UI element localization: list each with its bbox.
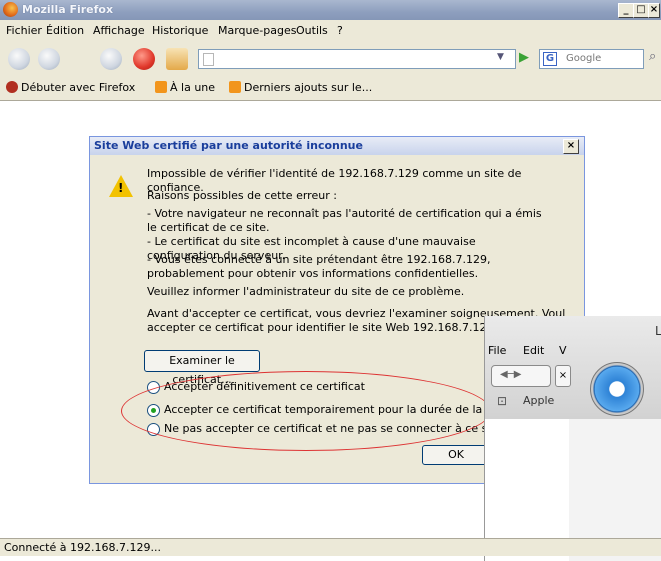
rss-icon	[229, 81, 241, 93]
search-engine-label: Google	[566, 53, 602, 64]
forward-icon[interactable]	[38, 48, 60, 70]
firefox-logo-icon	[3, 2, 18, 17]
maximize-button[interactable]: □	[633, 3, 649, 18]
minimize-button[interactable]: _	[618, 3, 634, 18]
dialog-text-inform: Veuillez informer l'administrateur du si…	[147, 285, 465, 298]
home-icon[interactable]	[166, 48, 188, 70]
safari-window: L File Edit V ◀─▶ × ⊡ Apple	[484, 316, 661, 561]
stop-icon[interactable]	[133, 48, 155, 70]
dialog-title: Site Web certifié par une autorité incon…	[94, 139, 363, 152]
safari-menu-view[interactable]: V	[559, 344, 567, 357]
dialog-close-button[interactable]: ×	[563, 139, 579, 154]
bookmark-label: À la une	[170, 81, 216, 94]
bookmark-a-la-une[interactable]: À la une	[155, 81, 215, 94]
bookmark-derniers-ajouts[interactable]: Derniers ajouts sur le...	[229, 81, 372, 94]
page-icon	[203, 53, 214, 66]
menu-marque-pages[interactable]: Marque-pages	[218, 24, 296, 37]
dialog-text-reason-1: - Votre navigateur ne reconnaît pas l'au…	[147, 207, 542, 234]
bookmark-debuter[interactable]: Débuter avec Firefox	[6, 81, 135, 94]
google-icon[interactable]: G	[543, 52, 557, 66]
address-bar[interactable]: ▼	[198, 49, 516, 69]
dialog-text-reasons: Raisons possibles de cette erreur :	[147, 189, 337, 202]
examine-certificate-button[interactable]: Examiner le certificat...	[144, 350, 260, 386]
safari-menu-edit[interactable]: Edit	[523, 344, 544, 357]
menu-outils[interactable]: Outils	[296, 24, 328, 37]
search-box[interactable]: G Google	[539, 49, 644, 69]
dialog-title-bar: Site Web certifié par une autorité incon…	[90, 137, 584, 155]
safari-bookmark-apple[interactable]: Apple	[523, 394, 554, 407]
bookmarks-toolbar: Débuter avec Firefox À la une Derniers a…	[0, 76, 661, 101]
title-bar: Mozilla Firefox _ □ ×	[0, 0, 661, 20]
menu-historique[interactable]: Historique	[152, 24, 208, 37]
back-icon[interactable]	[8, 48, 30, 70]
dialog-text-reason-3: - Vous êtes connecté à un site prétendan…	[147, 253, 491, 280]
bookmark-label: Débuter avec Firefox	[21, 81, 136, 94]
window-title: Mozilla Firefox	[22, 3, 114, 16]
safari-stop-button[interactable]: ×	[555, 365, 571, 387]
ok-button[interactable]: OK	[422, 445, 490, 465]
firefox-bookmark-icon	[6, 81, 18, 93]
menu-fichier[interactable]: Fichier	[6, 24, 42, 37]
menu-edition[interactable]: Édition	[46, 24, 84, 37]
menu-help[interactable]: ?	[337, 24, 343, 37]
back-arrow-icon: ◀─▶	[500, 369, 522, 380]
dropdown-arrow-icon[interactable]: ▼	[497, 52, 504, 62]
safari-back-forward-buttons[interactable]: ◀─▶	[491, 365, 551, 387]
rss-icon	[155, 81, 167, 93]
navigation-toolbar: ▼ ▶ G Google ⌕	[0, 40, 661, 77]
status-text: Connecté à 192.168.7.129...	[4, 541, 161, 554]
safari-compass-icon	[590, 362, 644, 416]
highlight-ellipse	[121, 371, 491, 451]
menu-bar: Fichier Édition Affichage Historique Mar…	[0, 20, 661, 40]
go-icon[interactable]: ▶	[519, 50, 529, 65]
safari-title-fragment: L	[655, 324, 661, 338]
warning-exclamation: !	[118, 181, 124, 195]
safari-menu-file[interactable]: File	[488, 344, 506, 357]
search-icon[interactable]: ⌕	[649, 49, 656, 64]
book-icon[interactable]: ⊡	[497, 394, 507, 408]
bookmark-label: Derniers ajouts sur le...	[244, 81, 373, 94]
close-button[interactable]: ×	[648, 3, 660, 18]
reload-icon[interactable]	[100, 48, 122, 70]
menu-affichage[interactable]: Affichage	[93, 24, 145, 37]
status-bar: Connecté à 192.168.7.129...	[0, 538, 661, 556]
